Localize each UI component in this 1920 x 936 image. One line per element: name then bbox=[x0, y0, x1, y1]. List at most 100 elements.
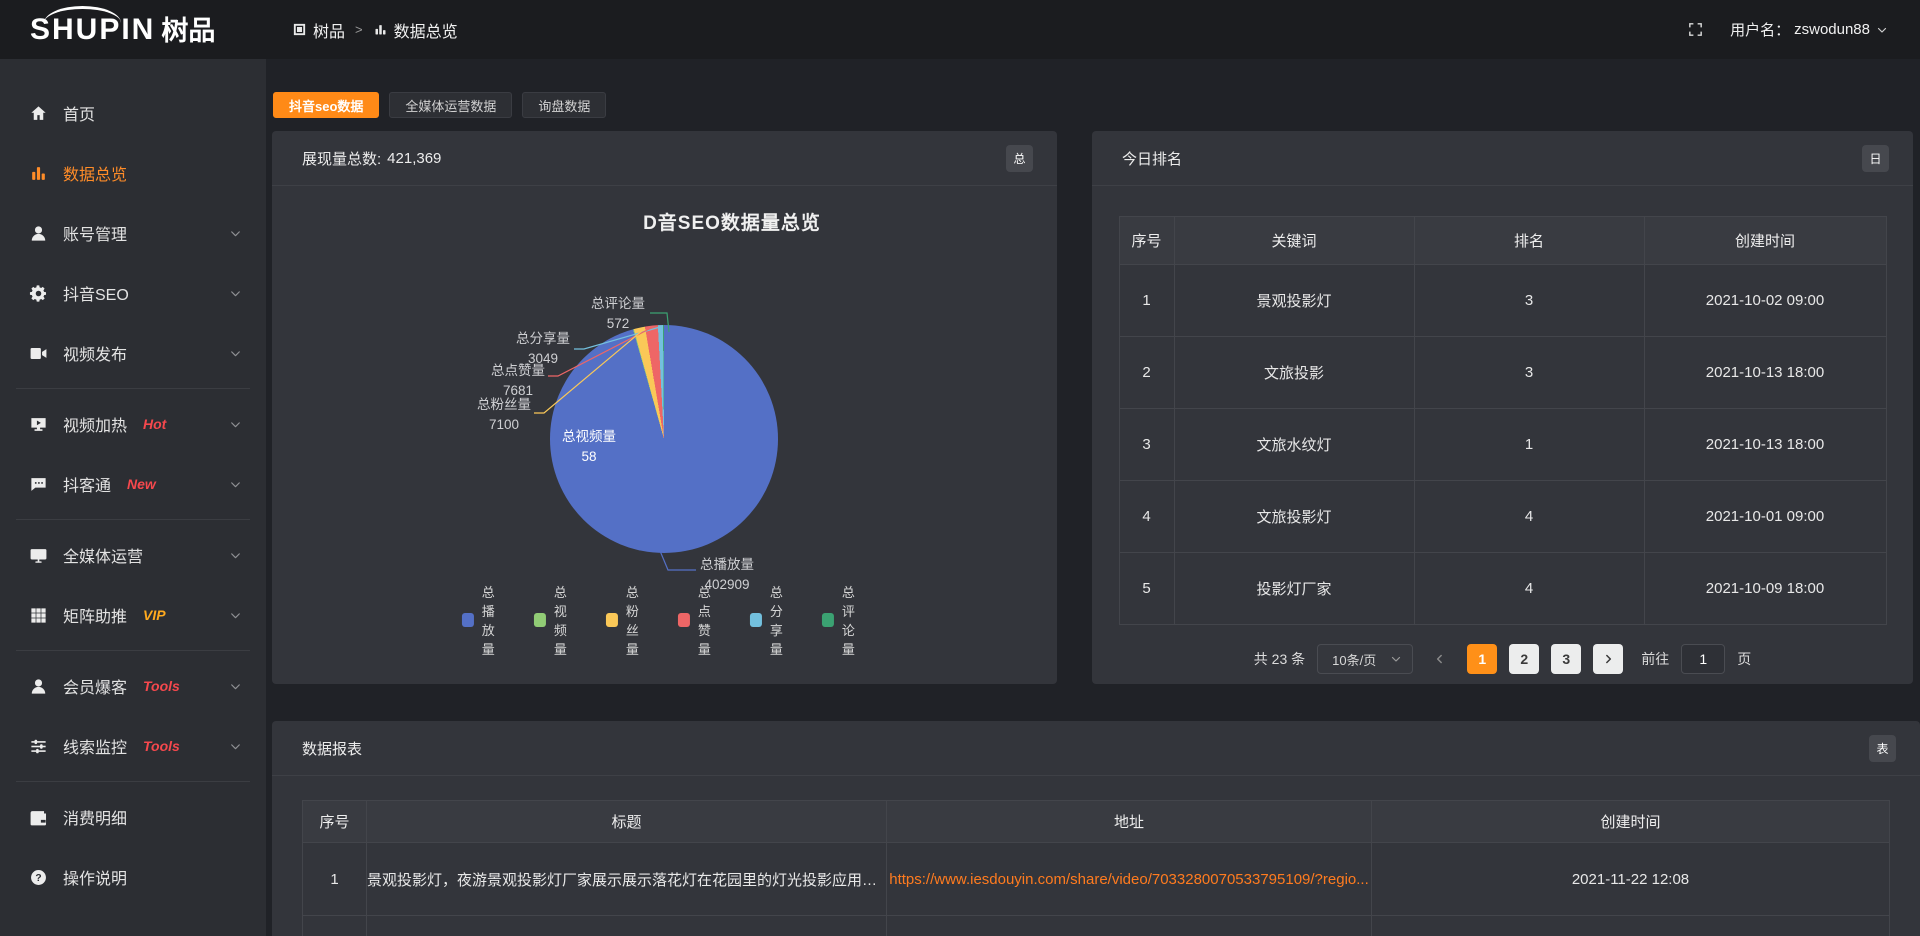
next-page-button[interactable] bbox=[1593, 644, 1623, 674]
sidebar-item-label: 首页 bbox=[63, 101, 95, 125]
legend-swatch bbox=[461, 613, 473, 627]
legend-item-comments[interactable]: 总评论量 bbox=[822, 582, 868, 658]
gear-icon bbox=[28, 283, 48, 303]
sidebar-item-video-heat[interactable]: 视频加热 Hot bbox=[0, 394, 266, 454]
breadcrumb-root[interactable]: 树品 bbox=[292, 18, 345, 42]
bar-chart-icon bbox=[373, 22, 388, 37]
pie-label-fans: 总粉丝量 7100 bbox=[477, 395, 531, 435]
legend-swatch bbox=[678, 613, 690, 627]
pagination-total: 共 23 条 bbox=[1254, 649, 1305, 669]
sidebar-divider bbox=[16, 388, 250, 389]
sidebar-item-label: 视频加热 bbox=[63, 412, 127, 436]
overview-panel-header: 展现量总数: 421,369 总 bbox=[272, 131, 1057, 186]
sidebar-item-label: 操作说明 bbox=[63, 865, 127, 889]
goto-page-suffix: 页 bbox=[1737, 649, 1751, 669]
chevron-down-icon bbox=[229, 478, 242, 491]
ranking-panel-title: 今日排名 bbox=[1122, 148, 1182, 169]
grid-icon bbox=[28, 605, 48, 625]
pie-label-videos: 总视频量 58 bbox=[562, 427, 616, 467]
monitor-icon bbox=[28, 545, 48, 565]
chevron-down-icon bbox=[229, 609, 242, 622]
page-button-3[interactable]: 3 bbox=[1551, 644, 1581, 674]
logo-text-en: SHUPIN bbox=[30, 15, 155, 45]
column-header: 序号 bbox=[303, 801, 367, 843]
header-right: 用户名： zswodun88 bbox=[1687, 19, 1920, 40]
table-row: 2 文旅投影 3 2021-10-13 18:00 bbox=[1119, 337, 1886, 409]
sidebar-item-home[interactable]: 首页 bbox=[0, 83, 266, 143]
page-button-1[interactable]: 1 bbox=[1467, 644, 1497, 674]
chat-icon bbox=[28, 474, 48, 494]
page-size-select[interactable]: 10条/页 bbox=[1317, 644, 1413, 674]
logo-text-cn: 树品 bbox=[161, 18, 215, 45]
fullscreen-icon[interactable] bbox=[1687, 21, 1704, 38]
legend-item-likes[interactable]: 总点赞量 bbox=[678, 582, 724, 658]
legend-swatch bbox=[533, 613, 545, 627]
breadcrumb-separator: > bbox=[355, 22, 363, 37]
impressions-total-label: 展现量总数: bbox=[302, 148, 381, 169]
sidebar: 首页 数据总览 账号管理 抖音SEO 视频发布 视频加热 Hot 抖客通 New… bbox=[0, 59, 266, 936]
sidebar-item-label: 矩阵助推 bbox=[63, 603, 127, 627]
legend-swatch bbox=[822, 613, 834, 627]
ranking-table: 序号 关键词 排名 创建时间 1 景观投影灯 3 2021-10-02 09:0… bbox=[1119, 216, 1887, 625]
video-link[interactable]: https://www.iesdouyin.com/share/video/70… bbox=[889, 871, 1369, 888]
legend-item-shares[interactable]: 总分享量 bbox=[750, 582, 796, 658]
page-button-2[interactable]: 2 bbox=[1509, 644, 1539, 674]
sidebar-item-instructions[interactable]: ? 操作说明 bbox=[0, 847, 266, 907]
sidebar-item-consumption-detail[interactable]: 消费明细 bbox=[0, 787, 266, 847]
table-header-row: 序号 关键词 排名 创建时间 bbox=[1119, 217, 1886, 265]
report-panel-title: 数据报表 bbox=[302, 738, 362, 759]
sliders-icon bbox=[28, 736, 48, 756]
tab-media-operation-data[interactable]: 全媒体运营数据 bbox=[389, 92, 512, 118]
table-view-badge[interactable]: 表 bbox=[1869, 735, 1896, 762]
sidebar-item-matrix-boost[interactable]: 矩阵助推 VIP bbox=[0, 585, 266, 645]
vip-tag: VIP bbox=[143, 607, 166, 623]
sidebar-item-media-operation[interactable]: 全媒体运营 bbox=[0, 525, 266, 585]
legend-item-videos[interactable]: 总视频量 bbox=[533, 582, 579, 658]
data-report-panel: 数据报表 表 序号 标题 地址 创建时间 1 景观投影灯，夜游景观投影灯厂家展示… bbox=[272, 721, 1920, 936]
table-header-row: 序号 标题 地址 创建时间 bbox=[303, 801, 1890, 843]
seo-overview-panel: 展现量总数: 421,369 总 D音SEO数据量总览 总评论量 572 bbox=[272, 131, 1057, 684]
user-menu[interactable]: 用户名： zswodun88 bbox=[1730, 19, 1888, 40]
sidebar-item-label: 抖音SEO bbox=[63, 281, 129, 305]
legend-swatch bbox=[750, 613, 762, 627]
total-view-badge[interactable]: 总 bbox=[1006, 145, 1033, 172]
sidebar-item-douketong[interactable]: 抖客通 New bbox=[0, 454, 266, 514]
goto-page-input[interactable] bbox=[1681, 644, 1725, 674]
report-table: 序号 标题 地址 创建时间 1 景观投影灯，夜游景观投影灯厂家展示展示落花灯在花… bbox=[302, 800, 1890, 936]
breadcrumb-root-label: 树品 bbox=[313, 18, 345, 42]
tab-douyin-seo-data[interactable]: 抖音seo数据 bbox=[273, 92, 379, 118]
new-tag: New bbox=[127, 476, 156, 492]
column-header: 地址 bbox=[887, 801, 1372, 843]
data-source-tabs: 抖音seo数据 全媒体运营数据 询盘数据 bbox=[273, 92, 1913, 118]
chevron-down-icon bbox=[229, 680, 242, 693]
legend-item-plays[interactable]: 总播放量 bbox=[461, 582, 507, 658]
chevron-down-icon bbox=[229, 549, 242, 562]
table-row: 1 景观投影灯，夜游景观投影灯厂家展示展示落花灯在花园里的灯光投影应用效果 # … bbox=[303, 843, 1890, 916]
chevron-down-icon bbox=[229, 287, 242, 300]
sidebar-item-data-overview[interactable]: 数据总览 bbox=[0, 143, 266, 203]
chevron-down-icon bbox=[229, 418, 242, 431]
member-icon bbox=[28, 676, 48, 696]
goto-page-label: 前往 bbox=[1641, 649, 1669, 669]
tab-inquiry-data[interactable]: 询盘数据 bbox=[522, 92, 606, 118]
sidebar-item-clue-monitor[interactable]: 线索监控 Tools bbox=[0, 716, 266, 776]
table-row: 1 景观投影灯 3 2021-10-02 09:00 bbox=[1119, 265, 1886, 337]
sidebar-item-label: 视频发布 bbox=[63, 341, 127, 365]
sidebar-item-video-publish[interactable]: 视频发布 bbox=[0, 323, 266, 383]
column-header: 排名 bbox=[1414, 217, 1644, 265]
sidebar-item-label: 数据总览 bbox=[63, 161, 127, 185]
report-panel-header: 数据报表 表 bbox=[272, 721, 1920, 776]
username-label: 用户名： bbox=[1730, 19, 1790, 40]
sidebar-item-label: 线索监控 bbox=[63, 734, 127, 758]
breadcrumb: 树品 > 数据总览 bbox=[292, 18, 458, 42]
sidebar-item-member-baoke[interactable]: 会员爆客 Tools bbox=[0, 656, 266, 716]
day-view-badge[interactable]: 日 bbox=[1862, 145, 1889, 172]
breadcrumb-current[interactable]: 数据总览 bbox=[373, 18, 458, 42]
sidebar-item-douyin-seo[interactable]: 抖音SEO bbox=[0, 263, 266, 323]
sidebar-item-account[interactable]: 账号管理 bbox=[0, 203, 266, 263]
main-content: 抖音seo数据 全媒体运营数据 询盘数据 展现量总数: 421,369 总 D音… bbox=[266, 59, 1920, 936]
home-icon bbox=[28, 103, 48, 123]
prev-page-button[interactable] bbox=[1425, 644, 1455, 674]
chevron-down-icon bbox=[229, 227, 242, 240]
legend-item-fans[interactable]: 总粉丝量 bbox=[605, 582, 651, 658]
